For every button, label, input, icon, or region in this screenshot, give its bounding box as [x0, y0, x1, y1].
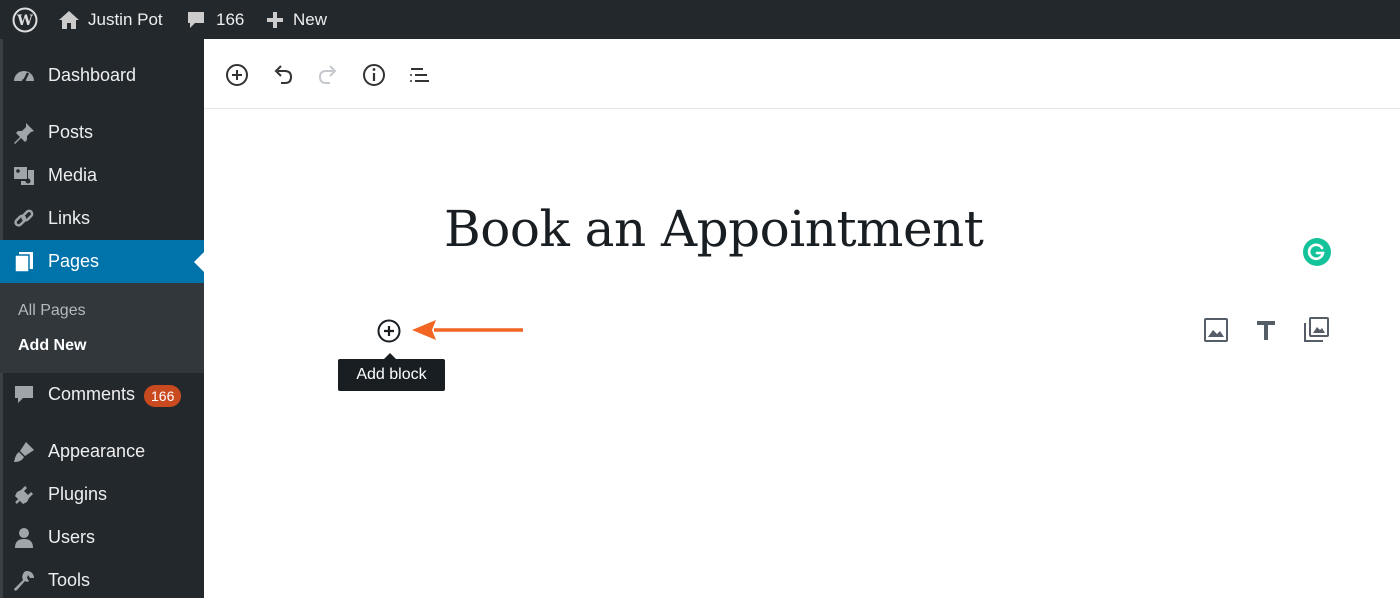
sidebar-item-label: Users — [48, 527, 96, 547]
grammarly-icon[interactable] — [1303, 238, 1331, 266]
home-icon — [59, 10, 79, 29]
sidebar-item-users[interactable]: Users — [0, 516, 204, 559]
site-name: Justin Pot — [88, 9, 163, 29]
sidebar-item-posts[interactable]: Posts — [0, 111, 204, 154]
sidebar-item-label: Dashboard — [48, 65, 137, 85]
sidebar-item-label: Links — [48, 208, 91, 228]
add-block-tooltip: Add block — [338, 353, 445, 391]
admin-bar: W Justin Pot 166 New — [0, 0, 1400, 39]
info-icon[interactable] — [361, 62, 387, 88]
page-title[interactable]: Book an Appointment — [444, 200, 984, 258]
pages-icon — [14, 252, 33, 273]
sidebar-item-tools[interactable]: Tools — [0, 559, 204, 598]
sidebar-item-appearance[interactable]: Appearance — [0, 430, 204, 473]
undo-icon[interactable] — [270, 62, 296, 88]
add-block-icon[interactable] — [376, 318, 402, 344]
new-label: New — [293, 9, 328, 29]
comments-link[interactable]: 166 — [186, 0, 244, 39]
submenu-item-all-pages[interactable]: All Pages — [18, 302, 86, 320]
sidebar-item-label: Appearance — [48, 441, 146, 461]
redo-icon[interactable] — [315, 62, 341, 88]
sidebar-item-label: Tools — [48, 570, 91, 590]
sidebar-item-comments[interactable]: Comments 166 — [0, 373, 204, 416]
pin-icon — [14, 123, 34, 144]
brush-icon — [14, 442, 34, 462]
dashboard-icon — [14, 71, 34, 83]
wordpress-logo-icon[interactable]: W — [12, 0, 38, 39]
plugin-icon — [15, 486, 33, 504]
annotation-arrow-icon — [412, 320, 523, 340]
sidebar-item-label: Comments — [48, 384, 136, 404]
sidebar-item-label: Plugins — [48, 484, 108, 504]
wrench-icon — [14, 571, 34, 591]
add-block-toolbar-icon[interactable] — [224, 62, 250, 88]
sidebar-item-label: Posts — [48, 122, 94, 142]
sidebar-item-plugins[interactable]: Plugins — [0, 473, 204, 516]
sidebar-item-media[interactable]: Media — [0, 154, 204, 197]
plus-icon — [267, 11, 283, 28]
comment-icon — [188, 11, 204, 28]
sidebar-item-links[interactable]: Links — [0, 197, 204, 240]
sidebar-item-label: Pages — [48, 251, 100, 271]
submenu-item-add-new[interactable]: Add New — [18, 337, 86, 355]
block-navigation-icon[interactable] — [407, 62, 433, 88]
media-icon — [14, 167, 34, 185]
sidebar-item-dashboard[interactable]: Dashboard — [0, 54, 204, 97]
link-icon — [14, 209, 34, 227]
svg-text:W: W — [16, 13, 33, 29]
image-block-icon[interactable] — [1202, 316, 1230, 344]
pages-submenu: All Pages Add New — [0, 283, 204, 373]
comments-badge: 166 — [144, 385, 182, 407]
admin-sidebar: Dashboard Posts Media Links Pages All Pa… — [0, 39, 204, 598]
new-content-link[interactable]: New — [266, 0, 327, 39]
user-icon — [15, 528, 33, 548]
gallery-block-icon[interactable] — [1302, 316, 1330, 344]
comments-count: 166 — [216, 9, 245, 29]
editor-toolbar — [204, 39, 1400, 109]
sidebar-item-pages[interactable]: Pages — [0, 240, 204, 283]
heading-block-icon[interactable] — [1252, 316, 1280, 344]
sidebar-item-label: Media — [48, 165, 98, 185]
site-home-link[interactable]: Justin Pot — [58, 0, 163, 39]
comment-icon — [15, 386, 33, 403]
